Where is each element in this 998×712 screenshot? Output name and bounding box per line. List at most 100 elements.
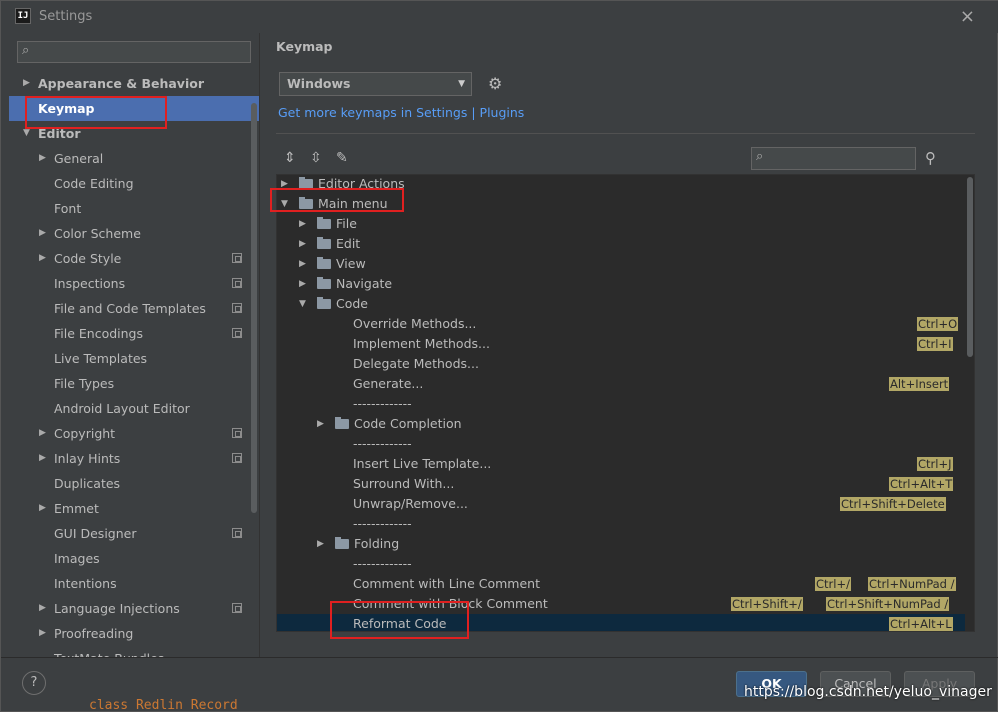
keymap-tree-row[interactable]: ------------- bbox=[277, 394, 965, 414]
shortcut-badge: Ctrl+I bbox=[917, 337, 953, 351]
expand-arrow-icon[interactable]: ▶ bbox=[317, 534, 324, 554]
sidebar-item-code-style[interactable]: ▶ Code Style bbox=[9, 246, 259, 271]
sidebar-item-images[interactable]: Images bbox=[9, 546, 259, 571]
project-scope-icon bbox=[232, 303, 242, 313]
keymap-action-label: Generate... bbox=[353, 376, 424, 391]
edit-pencil-icon[interactable]: ✎ bbox=[336, 150, 348, 166]
expand-arrow-icon[interactable]: ▶ bbox=[299, 214, 306, 234]
keymap-tree-row[interactable]: Surround With... Ctrl+Alt+T bbox=[277, 474, 965, 494]
shortcut-badge: Ctrl+Shift+Delete bbox=[840, 497, 946, 511]
expand-arrow-icon[interactable]: ▶ bbox=[39, 421, 46, 446]
sidebar-item-inlay-hints[interactable]: ▶ Inlay Hints bbox=[9, 446, 259, 471]
keymap-tree-row[interactable]: ▶ Code Completion bbox=[277, 414, 965, 434]
sidebar-item-gui-designer[interactable]: GUI Designer bbox=[9, 521, 259, 546]
expand-arrow-icon[interactable]: ▶ bbox=[39, 221, 46, 246]
expand-arrow-icon[interactable]: ▶ bbox=[299, 254, 306, 274]
sidebar-item-android-layout-editor[interactable]: Android Layout Editor bbox=[9, 396, 259, 421]
expand-arrow-icon[interactable]: ▶ bbox=[39, 496, 46, 521]
expand-all-icon[interactable]: ⇕ bbox=[284, 150, 296, 166]
expand-arrow-icon[interactable]: ▶ bbox=[39, 596, 46, 621]
keymap-action-label: ------------- bbox=[353, 556, 412, 571]
sidebar-item-proofreading[interactable]: ▶ Proofreading bbox=[9, 621, 259, 646]
window-title: Settings bbox=[39, 9, 93, 24]
sidebar-item-font[interactable]: Font bbox=[9, 196, 259, 221]
folder-icon bbox=[335, 417, 349, 429]
expand-arrow-icon[interactable]: ▶ bbox=[23, 71, 30, 96]
collapse-arrow-icon[interactable]: ▼ bbox=[299, 294, 306, 314]
expand-arrow-icon[interactable]: ▶ bbox=[299, 234, 306, 254]
expand-arrow-icon[interactable]: ▶ bbox=[39, 246, 46, 271]
keymap-tree-row[interactable]: ▶ File bbox=[277, 214, 965, 234]
title-bar: IJ Settings × bbox=[1, 1, 998, 33]
shortcut-badge: Ctrl+/ bbox=[815, 577, 851, 591]
background-editor-code: class Redlin Record bbox=[89, 698, 238, 712]
keymap-tree-row[interactable]: ------------- bbox=[277, 554, 965, 574]
keymap-scheme-value: Windows bbox=[287, 76, 351, 91]
keymap-tree-row[interactable]: Insert Live Template... Ctrl+J bbox=[277, 454, 965, 474]
folder-icon bbox=[317, 217, 331, 229]
expand-arrow-icon[interactable]: ▶ bbox=[299, 274, 306, 294]
sidebar-item-intentions[interactable]: Intentions bbox=[9, 571, 259, 596]
sidebar-item-file-code-templates[interactable]: File and Code Templates bbox=[9, 296, 259, 321]
keymap-action-label: Surround With... bbox=[353, 476, 455, 491]
expand-arrow-icon[interactable]: ▶ bbox=[39, 446, 46, 471]
sidebar-item-live-templates[interactable]: Live Templates bbox=[9, 346, 259, 371]
expand-arrow-icon[interactable]: ▶ bbox=[39, 621, 46, 646]
chevron-down-icon: ▼ bbox=[458, 79, 465, 89]
sidebar-item-inspections[interactable]: Inspections bbox=[9, 271, 259, 296]
keymap-tree-row[interactable]: ▼ Code bbox=[277, 294, 965, 314]
get-more-keymaps-link[interactable]: Get more keymaps in Settings | Plugins bbox=[278, 105, 524, 120]
keymap-tree-row[interactable]: ▶ Navigate bbox=[277, 274, 965, 294]
gear-icon[interactable]: ⚙ bbox=[488, 74, 502, 93]
sidebar-item-emmet[interactable]: ▶ Emmet bbox=[9, 496, 259, 521]
sidebar-search-input[interactable]: ⌕ bbox=[17, 41, 251, 63]
keymap-action-label: ------------- bbox=[353, 436, 412, 451]
tree-scrollbar[interactable] bbox=[967, 177, 973, 357]
sidebar-item-file-encodings[interactable]: File Encodings bbox=[9, 321, 259, 346]
sidebar-item-color-scheme[interactable]: ▶ Color Scheme bbox=[9, 221, 259, 246]
shortcut-badge: Alt+Insert bbox=[889, 377, 950, 391]
dialog-footer: class Redlin Record ? OK Cancel Apply ht… bbox=[1, 657, 998, 712]
action-search-input[interactable]: ⌕ bbox=[751, 147, 916, 170]
keymap-action-label: ------------- bbox=[353, 516, 412, 531]
expand-arrow-icon[interactable]: ▶ bbox=[317, 414, 324, 434]
keymap-scheme-select[interactable]: Windows ▼ bbox=[279, 72, 472, 96]
sidebar-item-general[interactable]: ▶ General bbox=[9, 146, 259, 171]
sidebar-item-copyright[interactable]: ▶ Copyright bbox=[9, 421, 259, 446]
intellij-app-icon: IJ bbox=[15, 8, 31, 24]
keymap-tree-row[interactable]: Implement Methods... Ctrl+I bbox=[277, 334, 965, 354]
sidebar-item-code-editing[interactable]: Code Editing bbox=[9, 171, 259, 196]
collapse-all-icon[interactable]: ⇳ bbox=[310, 150, 322, 166]
find-by-shortcut-icon[interactable]: ⚲ bbox=[925, 149, 936, 167]
keymap-tree-row[interactable]: ▶ Edit bbox=[277, 234, 965, 254]
keymap-tree-row[interactable]: ▶ Folding bbox=[277, 534, 965, 554]
sidebar-item-file-types[interactable]: File Types bbox=[9, 371, 259, 396]
keymap-action-label: File bbox=[336, 216, 357, 231]
keymap-tree-row[interactable]: Delegate Methods... bbox=[277, 354, 965, 374]
sidebar-item-language-injections[interactable]: ▶ Language Injections bbox=[9, 596, 259, 621]
keymap-action-label: Code Completion bbox=[354, 416, 462, 431]
project-scope-icon bbox=[232, 278, 242, 288]
keymap-tree-row[interactable]: ------------- bbox=[277, 434, 965, 454]
help-button[interactable]: ? bbox=[22, 671, 46, 695]
sidebar-item-duplicates[interactable]: Duplicates bbox=[9, 471, 259, 496]
highlight-box-keymap bbox=[25, 96, 167, 129]
keymap-tree-row[interactable]: Comment with Line Comment Ctrl+NumPad / Ct… bbox=[277, 574, 965, 594]
close-icon[interactable]: × bbox=[960, 6, 975, 27]
keymap-action-label: Navigate bbox=[336, 276, 393, 291]
page-title: Keymap bbox=[276, 39, 333, 54]
sidebar-scrollbar[interactable] bbox=[251, 103, 257, 513]
project-scope-icon bbox=[232, 428, 242, 438]
sidebar-item-appearance-behavior[interactable]: ▶ Appearance & Behavior bbox=[9, 71, 259, 96]
sidebar-item-textmate-bundles[interactable]: TextMate Bundles bbox=[9, 646, 259, 657]
keymap-tree-row[interactable]: ------------- bbox=[277, 514, 965, 534]
folder-icon bbox=[317, 237, 331, 249]
project-scope-icon bbox=[232, 453, 242, 463]
settings-window: IJ Settings × ⌕ ▶ Appearance & Behavior … bbox=[0, 0, 998, 712]
keymap-tree-row[interactable]: Generate... Alt+Insert bbox=[277, 374, 965, 394]
keymap-tree-row[interactable]: Override Methods... Ctrl+O bbox=[277, 314, 965, 334]
search-icon: ⌕ bbox=[756, 149, 764, 164]
keymap-tree-row[interactable]: Unwrap/Remove... Ctrl+Shift+Delete bbox=[277, 494, 965, 514]
expand-arrow-icon[interactable]: ▶ bbox=[39, 146, 46, 171]
keymap-tree-row[interactable]: ▶ View bbox=[277, 254, 965, 274]
